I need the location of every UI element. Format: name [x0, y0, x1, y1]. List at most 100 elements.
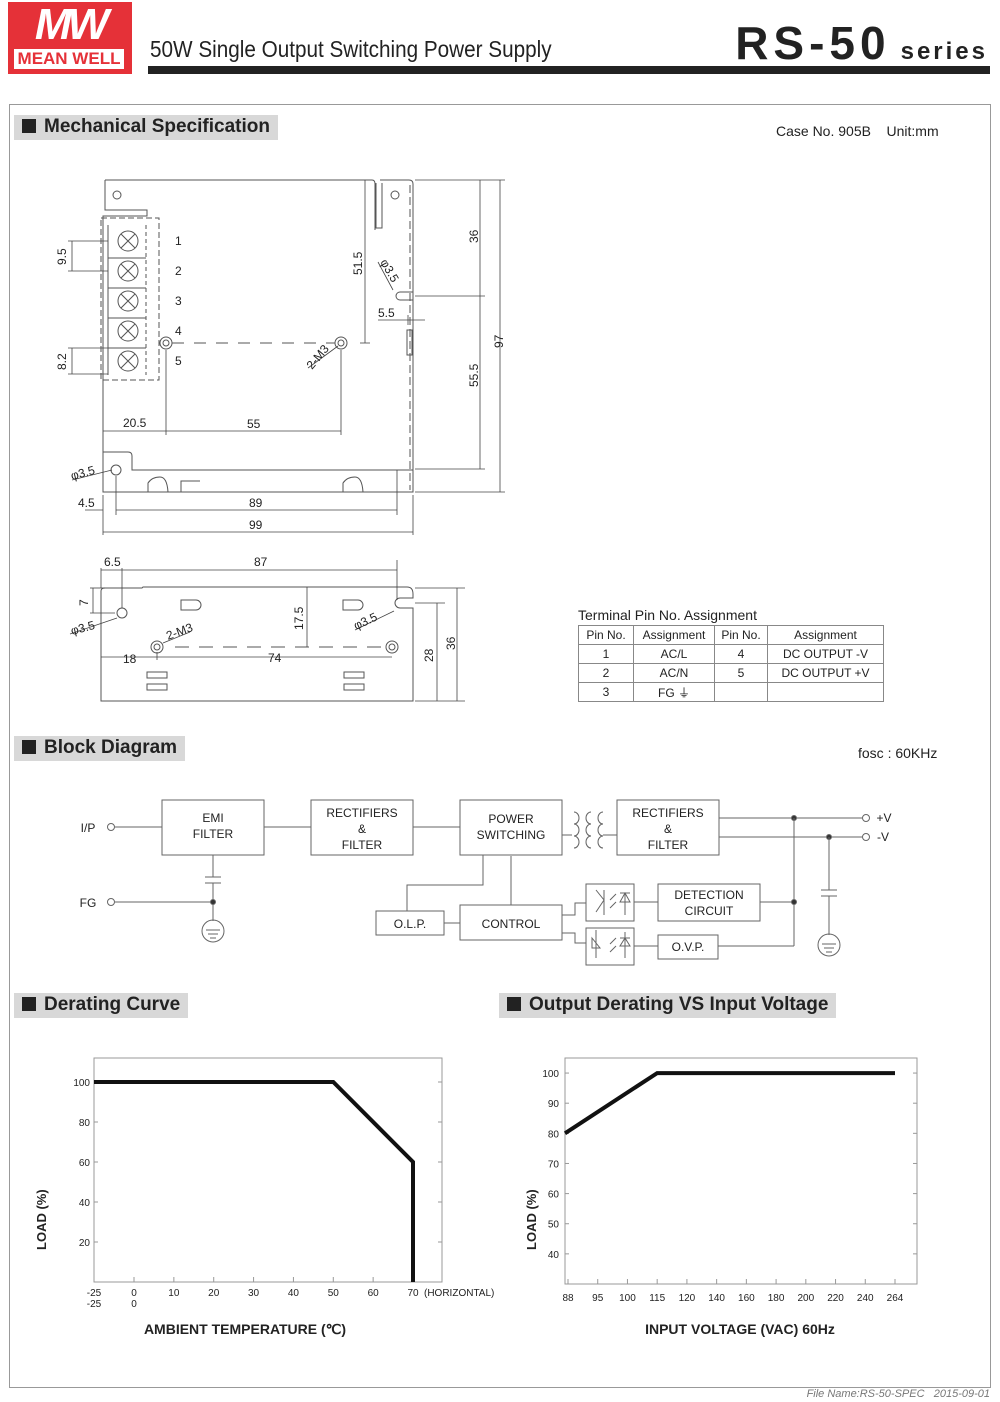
rect1-label-1: RECTIFIERS: [326, 806, 397, 820]
ps-label-2: SWITCHING: [477, 828, 546, 842]
x-tick-label: 240: [857, 1293, 874, 1304]
output-derating-chart: 88 95 100 115 120 140 160 180 200 220 240 264 40 50 60…: [524, 1057, 918, 1337]
case-info: Case No. 905B Unit:mm: [776, 123, 939, 139]
terminal-screws: [117, 230, 139, 372]
dim-51-5: 51.5: [351, 251, 365, 275]
table-cell: AC/N: [633, 663, 715, 683]
ip-label: I/P: [81, 821, 96, 835]
chart-plot-area: [93, 1057, 443, 1283]
control-label: CONTROL: [482, 917, 541, 931]
table-cell: DC OUTPUT +V: [767, 663, 884, 683]
side-dim-hole-left: φ3.5: [69, 618, 97, 638]
x-tick-label: 88: [562, 1293, 574, 1304]
y-tick-label: 100: [73, 1078, 90, 1089]
table-cell: 5: [714, 663, 768, 683]
table-row: 2 AC/N 5 DC OUTPUT +V: [578, 663, 884, 683]
y-tick-label: 40: [79, 1198, 91, 1209]
table-header: Pin No.: [578, 625, 634, 645]
x-tick-label: 160: [738, 1293, 755, 1304]
pos-v-label: +V: [876, 811, 891, 825]
table-header: Assignment: [767, 625, 884, 645]
x-tick-label: 95: [592, 1293, 604, 1304]
case-number: Case No. 905B: [776, 123, 871, 139]
rect1-label-2: &: [358, 822, 366, 836]
x-axis-label: AMBIENT TEMPERATURE (℃): [144, 1321, 346, 1337]
x-tick-label: 200: [797, 1293, 814, 1304]
table-cell: DC OUTPUT -V: [767, 644, 884, 664]
pin-assignment-table: Pin No. Assignment Pin No. Assignment 1 …: [578, 625, 884, 702]
x-tick-label: 115: [649, 1293, 665, 1304]
ground-icon-output: [817, 933, 841, 957]
x-tick-label: 30: [248, 1288, 260, 1299]
side-dim-18: 18: [123, 652, 137, 666]
unit-label: Unit:mm: [886, 123, 939, 139]
y-tick-label: 40: [548, 1250, 560, 1261]
x-axis-label: INPUT VOLTAGE (VAC) 60Hz: [645, 1321, 835, 1337]
section-title-text: Derating Curve: [44, 994, 181, 1015]
square-bullet-icon: [22, 740, 36, 754]
table-row: 1 AC/L 4 DC OUTPUT -V: [578, 644, 884, 664]
load-vs-voltage-line: [563, 1071, 895, 1136]
terminal-label-2: 2: [175, 264, 182, 278]
square-bullet-icon: [507, 997, 521, 1011]
side-dim-6-5: 6.5: [104, 555, 121, 569]
model-suffix: series: [900, 38, 988, 65]
terminal-label-3: 3: [175, 294, 182, 308]
x-tick-label: 20: [208, 1288, 220, 1299]
terminal-label-1: 1: [175, 234, 182, 248]
y-tick-label: 60: [548, 1190, 560, 1201]
side-dim-7: 7: [77, 599, 91, 606]
table-cell: 1: [578, 644, 634, 664]
ps-label-1: POWER: [488, 812, 534, 826]
fg-label: FG: [80, 896, 97, 910]
section-title-text: Block Diagram: [44, 737, 178, 758]
file-name: File Name:RS-50-SPEC: [806, 1388, 925, 1400]
dim-89: 89: [249, 496, 263, 510]
rect2-label-2: &: [664, 822, 672, 836]
side-dim-hole-right: φ3.5: [351, 610, 379, 633]
side-dim-74: 74: [268, 651, 282, 665]
x-tick-label: 180: [768, 1293, 785, 1304]
table-cell: AC/L: [633, 644, 715, 664]
dim-97: 97: [492, 334, 506, 348]
neg-v-label: -V: [877, 830, 889, 844]
rect1-label-3: FILTER: [342, 838, 383, 852]
y-tick-label: 70: [548, 1159, 560, 1170]
y-axis-label: LOAD (%): [34, 1189, 49, 1250]
emi-label-2: FILTER: [193, 827, 234, 841]
dim-20-5: 20.5: [123, 416, 147, 430]
model-name: RS-50: [735, 17, 891, 69]
x-tick-label: 220: [827, 1293, 844, 1304]
detection-label-2: CIRCUIT: [685, 904, 734, 918]
table-cell: [714, 682, 768, 702]
file-date: 2015-09-01: [933, 1388, 990, 1400]
block-diagram: I/P FG EMI FILTER RECTIFIERS & FILTER PO…: [80, 799, 892, 966]
dim-5-5: 5.5: [378, 306, 395, 320]
terminal-label-4: 4: [175, 324, 182, 338]
dim-pitch-a: 9.5: [55, 248, 69, 265]
olp-label: O.L.P.: [394, 917, 426, 931]
x-tick-label: 120: [679, 1293, 696, 1304]
square-bullet-icon: [22, 997, 36, 1011]
x-tick-label: 10: [168, 1288, 180, 1299]
footer: File Name:RS-50-SPEC 2015-09-01: [807, 1388, 990, 1400]
table-header: Pin No.: [714, 625, 768, 645]
emi-label-1: EMI: [202, 811, 223, 825]
y-tick-label: 80: [548, 1129, 560, 1140]
derating-curve-chart: -25 0 10 20 30 40 50 60 70 -25 0 20 40 60 80 100 (HORIZ…: [34, 1057, 494, 1337]
dim-99: 99: [249, 518, 263, 532]
y-tick-label: 50: [548, 1220, 560, 1231]
table-cell: 3: [578, 682, 634, 702]
x-tick-label: 100: [619, 1293, 636, 1304]
section-title-text: Output Derating VS Input Voltage: [529, 994, 829, 1015]
section-title-output-derating: Output Derating VS Input Voltage: [499, 993, 837, 1018]
table-header: Assignment: [633, 625, 715, 645]
dim-55-5: 55.5: [467, 363, 481, 387]
y-tick-label: 60: [79, 1158, 91, 1169]
model-title: RS-50 series: [735, 16, 988, 70]
side-dim-87: 87: [254, 555, 268, 569]
detection-label-1: DETECTION: [674, 888, 743, 902]
x-tick-label: 60: [368, 1288, 380, 1299]
mechanical-side-view: 6.5 87 7 φ3.5 2-M3 17.5 φ3.5 18 74 28 36: [69, 555, 465, 702]
table-cell: FG ⏚: [633, 682, 715, 702]
